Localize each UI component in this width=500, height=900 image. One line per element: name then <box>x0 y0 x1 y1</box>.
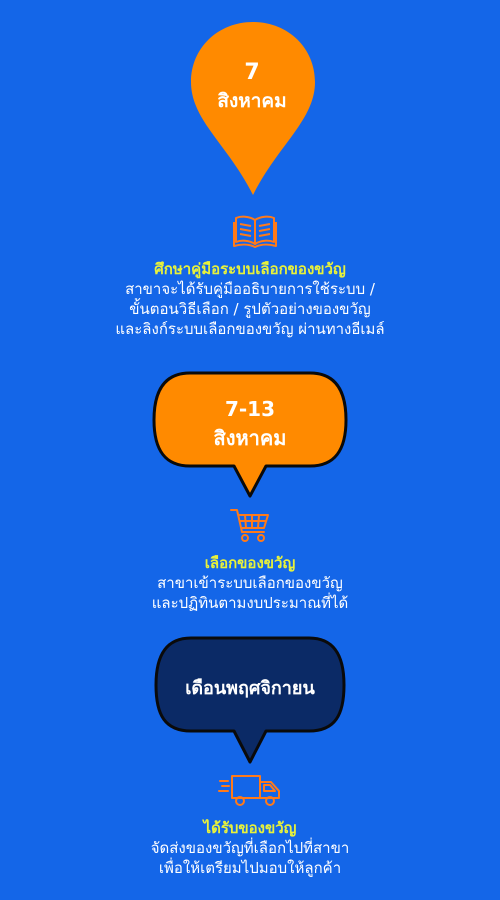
bubble-date-range: 7-13 <box>224 397 276 421</box>
open-book-icon <box>233 215 277 248</box>
step1-line: และลิงก์ระบบเลือกของขวัญ ผ่านทางอีเมล์ <box>115 320 385 338</box>
pin-date-month: สิงหาคม <box>217 90 287 112</box>
bubble-date-month: สิงหาคม <box>213 426 287 450</box>
step3-line: เพื่อให้เตรียมไปมอบให้ลูกค้า <box>158 859 342 877</box>
step1-text: ศึกษาคู่มือระบบเลือกของขวัญ สาขาจะได้รับ… <box>0 259 500 339</box>
step2-text: เลือกของขวัญ สาขาเข้าระบบเลือกของขวัญ แล… <box>0 553 500 613</box>
step3-line: จัดส่งของขวัญที่เลือกไปที่สาขา <box>150 839 350 857</box>
bubble-date-label: เดือนพฤศจิกายน <box>185 678 315 699</box>
step1-line: สาขาจะได้รับคู่มืออธิบายการใช้ระบบ / <box>125 280 375 298</box>
delivery-truck-icon <box>218 775 280 806</box>
step1-title: ศึกษาคู่มือระบบเลือกของขวัญ <box>154 260 346 278</box>
pin-date-day: 7 <box>244 60 260 85</box>
step3-title: ได้รับของขวัญ <box>203 819 297 837</box>
step3-text: ได้รับของขวัญ จัดส่งของขวัญที่เลือกไปที่… <box>0 818 500 878</box>
step2-title: เลือกของขวัญ <box>204 554 296 572</box>
step2-line: และปฏิทินตามงบประมาณที่ได้ <box>151 594 349 612</box>
shopping-cart-icon <box>230 509 269 542</box>
step1-line: ขั้นตอนวิธีเลือก / รูปตัวอย่างของขวัญ <box>129 300 371 318</box>
step2-line: สาขาเข้าระบบเลือกของขวัญ <box>157 574 343 592</box>
